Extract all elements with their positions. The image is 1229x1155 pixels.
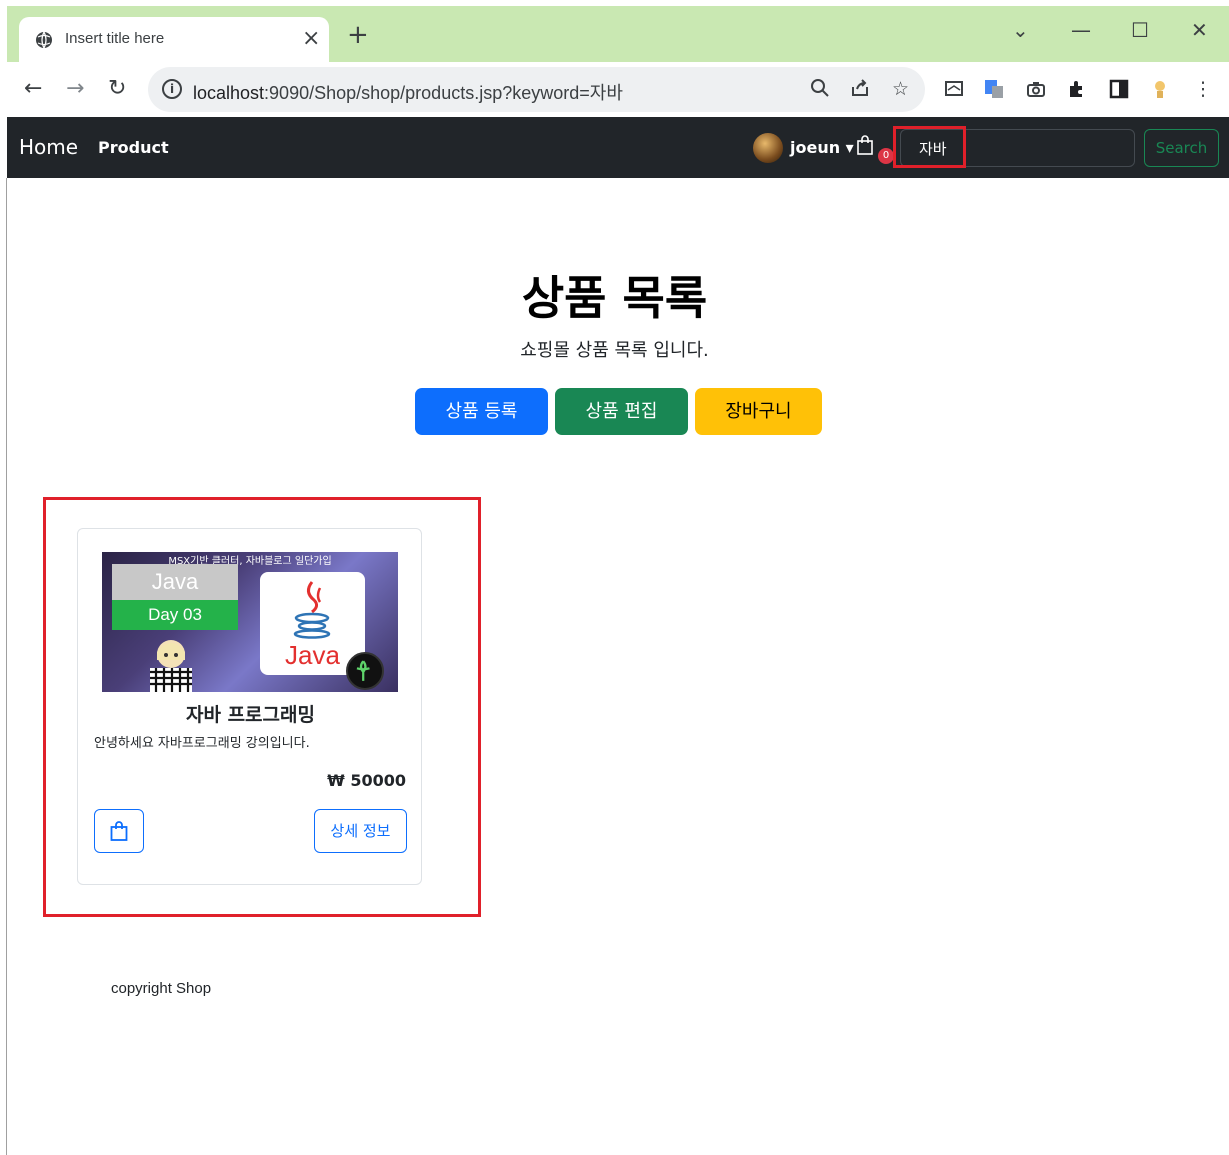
nav-product-link[interactable]: Product (98, 138, 169, 157)
kebab-menu-icon[interactable]: ⋮ (1192, 78, 1214, 100)
page-title: 상품 목록 (521, 271, 708, 325)
character-illustration (150, 640, 192, 692)
forward-arrow-icon[interactable]: → (66, 76, 84, 101)
share-icon[interactable] (850, 78, 870, 98)
user-avatar[interactable] (753, 133, 783, 163)
page-subtitle: 쇼핑몰 상품 목록 입니다. (520, 340, 709, 361)
zoom-icon[interactable] (810, 78, 830, 98)
footer-copyright: copyright Shop (111, 980, 212, 997)
back-arrow-icon[interactable]: ← (24, 76, 42, 101)
tab-search-dropdown-icon[interactable]: ⌄ (1012, 18, 1029, 42)
reload-icon[interactable]: ↻ (108, 76, 126, 101)
browser-tab[interactable]: Insert title here × (19, 17, 329, 62)
edit-product-button[interactable]: 상품 편집 (555, 388, 688, 435)
tab-close-icon[interactable]: × (302, 26, 320, 51)
globe-icon (36, 31, 52, 49)
thumb-java-label: Java (112, 564, 238, 600)
product-image[interactable]: MSX기반 클러터, 자바블로그 일단가입 Java Day 03 Java (102, 552, 398, 692)
product-card: MSX기반 클러터, 자바블로그 일단가입 Java Day 03 Java 자… (77, 528, 422, 885)
url-text: localhost:9090/Shop/shop/products.jsp?ke… (193, 83, 623, 103)
channel-logo-icon (346, 652, 384, 690)
tab-title: Insert title here (65, 30, 165, 47)
browser-tab-strip: Insert title here × + ⌄ — ☐ ✕ (7, 6, 1229, 62)
search-button[interactable]: Search (1144, 129, 1219, 167)
shopping-bag-icon[interactable] (857, 135, 873, 155)
nav-home-link[interactable]: Home (19, 135, 78, 159)
product-description: 안녕하세요 자바프로그래밍 강의입니다. (94, 736, 310, 751)
minimize-button[interactable]: — (1071, 18, 1091, 42)
add-to-cart-button[interactable] (94, 809, 144, 853)
extensions-puzzle-icon[interactable] (1066, 78, 1088, 100)
thumb-day-label: Day 03 (112, 600, 238, 630)
register-product-button[interactable]: 상품 등록 (415, 388, 548, 435)
close-window-button[interactable]: ✕ (1191, 18, 1208, 42)
maximize-button[interactable]: ☐ (1131, 18, 1149, 42)
cart-button[interactable]: 장바구니 (695, 388, 822, 435)
product-detail-button[interactable]: 상세 정보 (314, 809, 407, 853)
new-tab-button[interactable]: + (347, 22, 369, 48)
side-panel-icon[interactable] (1108, 78, 1130, 100)
browser-toolbar: ← → ↻ i localhost:9090/Shop/shop/product… (7, 62, 1229, 118)
user-dropdown[interactable]: joeun ▾ (790, 138, 854, 157)
cast-icon[interactable] (943, 78, 965, 100)
site-info-icon[interactable]: i (162, 79, 182, 99)
coffee-cup-icon (293, 581, 331, 639)
app-navbar: Home Product joeun ▾ 0 자바 Search (7, 117, 1229, 178)
camera-icon[interactable] (1025, 78, 1047, 100)
product-name[interactable]: 자바 프로그래밍 (78, 700, 423, 727)
shopping-bag-icon (110, 821, 128, 841)
product-price: ₩ 50000 (327, 771, 406, 790)
address-bar[interactable]: i localhost:9090/Shop/shop/products.jsp?… (148, 67, 925, 112)
bookmark-star-icon[interactable]: ☆ (892, 78, 909, 100)
profile-avatar-icon[interactable] (1149, 78, 1171, 100)
translate-extension-icon[interactable] (983, 78, 1005, 100)
cart-count-badge: 0 (878, 148, 894, 164)
search-highlight-box (893, 126, 966, 168)
